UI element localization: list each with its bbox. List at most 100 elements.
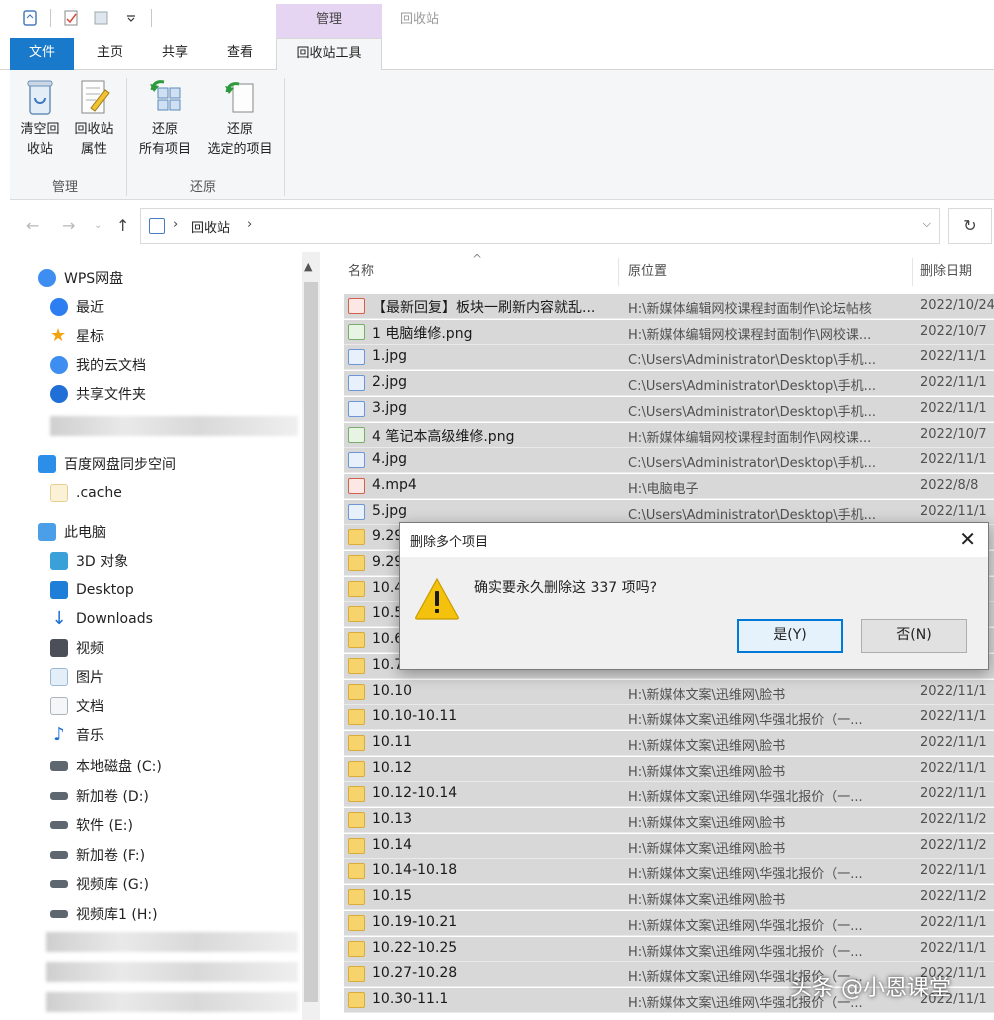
date-deleted: 2022/8/8 <box>920 478 979 493</box>
nav-item-cache[interactable]: .cache <box>50 481 122 505</box>
empty-bin-icon <box>23 78 57 116</box>
computer-icon <box>38 523 56 541</box>
image-file-icon <box>348 427 365 443</box>
ribbon-group-manage: 管理 <box>52 180 79 195</box>
nav-item-shared-folder[interactable]: 共享文件夹 <box>50 382 146 406</box>
column-header-name[interactable]: 名称 <box>348 256 374 288</box>
up-arrow-icon[interactable]: ↑ <box>116 216 129 235</box>
nav-item-drive-g[interactable]: 视频库 (G:) <box>50 872 149 896</box>
refresh-button[interactable]: ↻ <box>948 208 992 244</box>
nav-item-this-pc[interactable]: 此电脑 <box>38 520 106 544</box>
nav-item-downloads[interactable]: ↓ Downloads <box>50 607 152 631</box>
file-row[interactable]: 4 笔记本高级维修.png H:\新媒体编辑网校课程封面制作\网校课... 2022… <box>344 423 994 448</box>
file-row[interactable]: 10.11 H:\新媒体文案\迅维网\脸书 2022/11/1 <box>344 731 994 756</box>
column-header-date-deleted[interactable]: 删除日期 <box>920 256 972 288</box>
file-row[interactable]: 10.10-10.11 H:\新媒体文案\迅维网\华强北报价（一... 2022/1… <box>344 705 994 730</box>
column-header-location[interactable]: 原位置 <box>628 256 667 288</box>
date-deleted: 2022/11/1 <box>920 375 987 390</box>
file-row[interactable]: 10.15 H:\新媒体文案\迅维网\脸书 2022/11/2 <box>344 885 994 910</box>
baidu-cloud-icon <box>38 455 56 473</box>
date-deleted: 2022/11/1 <box>920 684 987 699</box>
address-location[interactable]: 回收站 <box>191 217 230 236</box>
properties-icon[interactable] <box>61 8 81 28</box>
nav-item-pictures[interactable]: 图片 <box>50 665 104 689</box>
customize-chevron-icon[interactable] <box>121 8 141 28</box>
file-row[interactable]: 4.mp4 H:\电脑电子 2022/8/8 <box>344 474 994 499</box>
close-icon[interactable]: ✕ <box>959 527 976 551</box>
original-location: C:\Users\Administrator\Desktop\手机... <box>628 353 877 368</box>
tab-view[interactable]: 查看 <box>210 38 270 70</box>
file-row[interactable]: 3.jpg C:\Users\Administrator\Desktop\手机..… <box>344 397 994 422</box>
restore-all-icon <box>148 78 182 116</box>
file-row[interactable]: 1 电脑维修.png H:\新媒体编辑网校课程封面制作\网校课... 2022/10… <box>344 320 994 345</box>
nav-item-recent[interactable]: 最近 <box>50 295 104 319</box>
address-bar[interactable]: › 回收站 › ⌵ <box>140 208 940 244</box>
file-row[interactable]: 2.jpg C:\Users\Administrator\Desktop\手机..… <box>344 371 994 396</box>
nav-item-drive-e[interactable]: 软件 (E:) <box>50 813 133 837</box>
nav-item-drive-h[interactable]: 视频库1 (H:) <box>50 902 158 926</box>
date-deleted: 2022/11/1 <box>920 761 987 776</box>
nav-item-desktop[interactable]: Desktop <box>50 578 134 602</box>
file-row[interactable]: 10.12 H:\新媒体文案\迅维网\脸书 2022/11/1 <box>344 757 994 782</box>
tab-file[interactable]: 文件 <box>10 38 74 70</box>
recycle-bin-properties-button[interactable]: 回收站 属性 <box>68 76 120 160</box>
date-deleted: 2022/11/1 <box>920 786 987 801</box>
file-name: 10.13 <box>372 811 413 827</box>
file-row[interactable]: 1.jpg C:\Users\Administrator\Desktop\手机..… <box>344 345 994 370</box>
file-row[interactable]: 10.10 H:\新媒体文案\迅维网\脸书 2022/11/1 <box>344 680 994 705</box>
nav-item-videos[interactable]: 视频 <box>50 636 104 660</box>
date-deleted: 2022/10/7 <box>920 427 987 442</box>
nav-item-3d-objects[interactable]: 3D 对象 <box>50 549 128 573</box>
nav-item-drive-d[interactable]: 新加卷 (D:) <box>50 784 149 808</box>
image-file-icon <box>348 324 365 340</box>
nav-item-wps-cloud[interactable]: WPS网盘 <box>38 266 123 290</box>
cube-icon <box>50 552 68 570</box>
nav-item-my-cloud-docs[interactable]: 我的云文档 <box>50 353 146 377</box>
file-row[interactable]: 10.14-10.18 H:\新媒体文案\迅维网\华强北报价（一... 2022/1… <box>344 859 994 884</box>
scroll-up-icon[interactable]: ▲ <box>304 260 312 273</box>
file-row[interactable]: 10.14 H:\新媒体文案\迅维网\脸书 2022/11/2 <box>344 834 994 859</box>
forward-arrow-icon[interactable]: → <box>62 216 75 235</box>
file-row[interactable]: 【最新回复】板块一刷新内容就乱... H:\新媒体编辑网校课程封面制作\论坛帖核 2… <box>344 294 994 319</box>
ribbon-group-restore: 还原 <box>190 180 217 195</box>
tab-home[interactable]: 主页 <box>80 38 140 70</box>
file-name: 10.27-10.28 <box>372 965 458 981</box>
nav-item-documents[interactable]: 文档 <box>50 694 104 718</box>
file-row[interactable]: 10.19-10.21 H:\新媒体文案\迅维网\华强北报价（一... 2022/1… <box>344 911 994 936</box>
new-folder-icon[interactable] <box>91 8 111 28</box>
empty-recycle-bin-button[interactable]: 清空回 收站 <box>14 76 66 160</box>
restore-all-button[interactable]: 还原 所有项目 <box>132 76 198 160</box>
nav-scrollbar-thumb[interactable] <box>304 282 318 1002</box>
file-row[interactable]: 4.jpg C:\Users\Administrator\Desktop\手机..… <box>344 448 994 473</box>
chevron-right-icon[interactable]: › <box>173 217 178 232</box>
no-button[interactable]: 否(N) <box>861 619 967 653</box>
restore-selected-button[interactable]: 还原 选定的项目 <box>200 76 280 160</box>
tab-share[interactable]: 共享 <box>145 38 205 70</box>
tab-recycle-bin-tools[interactable]: 回收站工具 <box>276 38 382 71</box>
file-row[interactable]: 10.13 H:\新媒体文案\迅维网\脸书 2022/11/2 <box>344 808 994 833</box>
nav-item-drive-f[interactable]: 新加卷 (F:) <box>50 843 145 867</box>
folder-icon <box>348 941 365 957</box>
star-icon: ★ <box>50 325 67 346</box>
navigation-bar: ← → ⌄ ↑ › 回收站 › ⌵ ↻ <box>10 200 994 250</box>
recycle-bin-small-icon <box>20 8 40 28</box>
file-name: 【最新回复】板块一刷新内容就乱... <box>372 300 596 316</box>
nav-item-starred[interactable]: ★ 星标 <box>50 324 104 348</box>
file-name: 1.jpg <box>372 348 408 364</box>
original-location: H:\新媒体文案\迅维网\华强北报价（一... <box>628 713 863 728</box>
file-row[interactable]: 10.12-10.14 H:\新媒体文案\迅维网\华强北报价（一... 2022/1… <box>344 782 994 807</box>
chevron-right-icon[interactable]: › <box>247 217 252 232</box>
folder-icon <box>348 658 365 674</box>
nav-item-drive-c[interactable]: 本地磁盘 (C:) <box>50 754 162 778</box>
yes-button[interactable]: 是(Y) <box>737 619 843 653</box>
nav-item-baidu-sync[interactable]: 百度网盘同步空间 <box>38 452 176 476</box>
column-divider[interactable] <box>912 258 913 286</box>
column-divider[interactable] <box>618 258 619 286</box>
recent-locations-chevron-icon[interactable]: ⌄ <box>94 220 102 231</box>
blurred-item <box>46 962 298 982</box>
address-dropdown-icon[interactable]: ⌵ <box>923 217 931 231</box>
back-arrow-icon[interactable]: ← <box>26 216 39 235</box>
nav-item-music[interactable]: ♪ 音乐 <box>50 723 104 747</box>
file-icon <box>348 478 365 494</box>
file-row[interactable]: 10.22-10.25 H:\新媒体文案\迅维网\华强北报价（一... 2022/1… <box>344 937 994 962</box>
